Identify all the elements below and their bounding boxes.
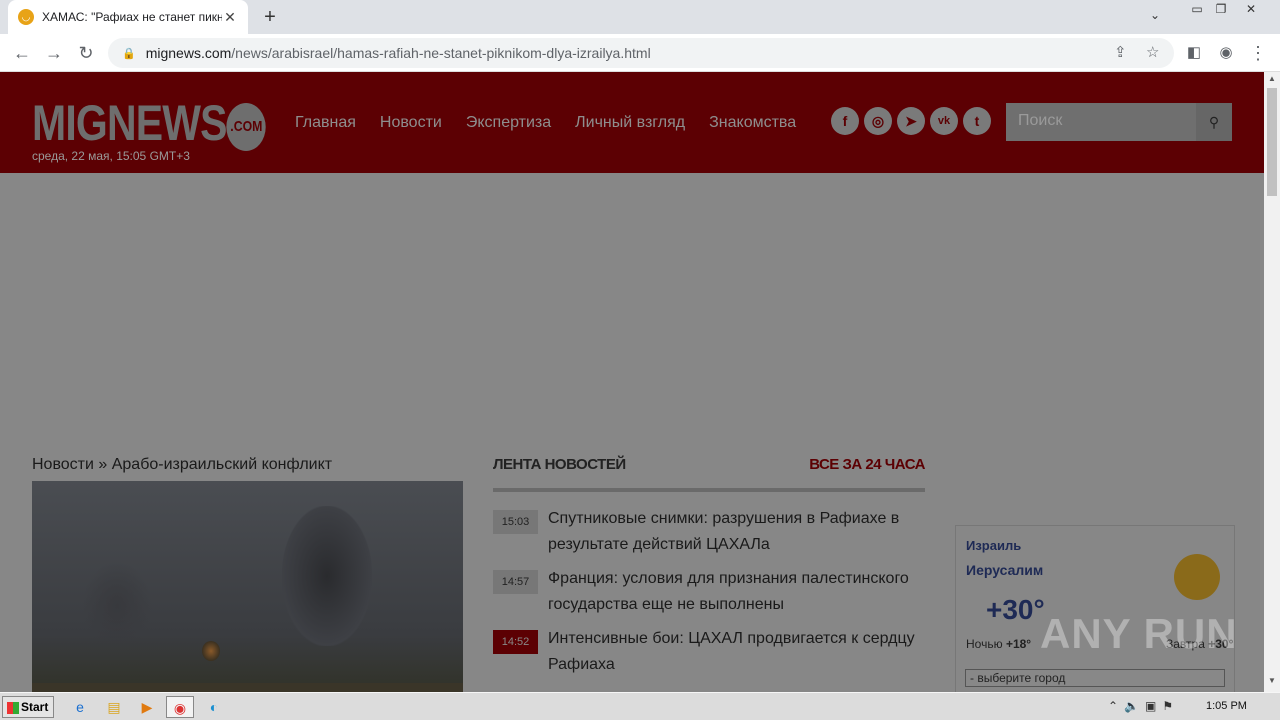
web-page: MIGNEWS .COM среда, 22 мая, 15:05 GMT+3 Г…: [0, 72, 1264, 692]
skyline: [32, 683, 463, 692]
feed-item-time: 14:57: [493, 570, 538, 594]
nav-item-home[interactable]: Главная: [295, 114, 356, 132]
vk-icon[interactable]: vk: [930, 107, 958, 135]
edge-icon[interactable]: ◐: [200, 696, 228, 718]
page-scrollbar[interactable]: ▲ ▼: [1264, 72, 1280, 692]
browser-toolbar: ← → ↻ 🔒 mignews.com/news/arabisrael/hama…: [0, 34, 1280, 72]
window-close-button[interactable]: ✕: [1236, 0, 1266, 20]
weather-country: Израиль: [966, 538, 1022, 553]
scroll-up-icon[interactable]: ▲: [1264, 74, 1280, 88]
nav-item-dating[interactable]: Знакомства: [709, 114, 796, 132]
address-bar[interactable]: 🔒 mignews.com/news/arabisrael/hamas-rafi…: [108, 38, 1174, 68]
side-panel-icon[interactable]: ◧: [1182, 41, 1206, 65]
tab-strip: ◡ ХАМАС: "Рафиах не станет пикни ✕ + ⌄ ▭…: [0, 0, 1280, 34]
feed-item-headline[interactable]: Франция: условия для признания палестинс…: [548, 566, 925, 618]
header-date: среда, 22 мая, 15:05 GMT+3: [32, 149, 190, 163]
feed-item-time: 15:03: [493, 510, 538, 534]
anyrun-watermark: ANY RUN: [1040, 610, 1238, 657]
taskbar: Start e ▤ ▶ ◉ ◐ ⌃🔈▣⚑ 1:05 PM: [0, 692, 1280, 720]
system-tray[interactable]: ⌃🔈▣⚑: [1108, 699, 1179, 713]
scrollbar-thumb[interactable]: [1267, 88, 1277, 196]
nav-item-news[interactable]: Новости: [380, 114, 442, 132]
close-tab-icon[interactable]: ✕: [222, 9, 238, 26]
url-domain: mignews.com: [145, 45, 232, 61]
share-icon[interactable]: ⇪: [1114, 43, 1127, 61]
restore-button[interactable]: ❐: [1206, 0, 1236, 20]
reload-icon[interactable]: ↻: [74, 41, 98, 65]
lock-icon: 🔒: [122, 47, 136, 60]
twitter-icon[interactable]: t: [963, 107, 991, 135]
windows-logo-icon: [7, 701, 19, 714]
search-input[interactable]: Поиск: [1006, 103, 1196, 141]
new-tab-button[interactable]: +: [258, 5, 282, 29]
weather-temp: +30°: [986, 594, 1045, 625]
scroll-down-icon[interactable]: ▼: [1264, 676, 1280, 690]
file-explorer-icon[interactable]: ▤: [100, 696, 128, 718]
forward-arrow-icon[interactable]: →: [42, 41, 66, 65]
url-path: /news/arabisrael/hamas-rafiah-ne-stanet-…: [231, 45, 651, 61]
mignews-favicon-icon: ◡: [18, 9, 34, 25]
start-button[interactable]: Start: [2, 696, 54, 718]
main-nav: Главная Новости Экспертиза Личный взгляд…: [295, 114, 796, 132]
nav-item-opinion[interactable]: Личный взгляд: [575, 114, 685, 132]
site-logo[interactable]: MIGNEWS .COM: [32, 94, 267, 152]
weather-city: Иерусалим: [966, 562, 1044, 578]
chrome-icon[interactable]: ◉: [166, 696, 194, 718]
site-header: MIGNEWS .COM среда, 22 мая, 15:05 GMT+3 Г…: [0, 72, 1264, 173]
feed-item-headline[interactable]: Спутниковые снимки: разрушения в Рафиахе…: [548, 506, 925, 558]
smoke-column: [282, 506, 372, 646]
search-button[interactable]: ⚲: [1196, 103, 1232, 141]
feed-title: ЛЕНТА НОВОСТЕЙ: [493, 456, 626, 473]
facebook-icon[interactable]: f: [831, 107, 859, 135]
internet-explorer-icon[interactable]: e: [66, 696, 94, 718]
weather-night: Ночью +18°: [966, 637, 1032, 651]
bookmark-star-icon[interactable]: ☆: [1146, 43, 1159, 61]
menu-kebab-icon[interactable]: ⋮: [1246, 41, 1270, 65]
feed-all-link[interactable]: ВСЕ ЗА 24 ЧАСА: [809, 456, 925, 473]
profile-avatar-icon[interactable]: ◉: [1214, 41, 1238, 65]
smoke-plume: [82, 561, 152, 651]
sun-icon: [1174, 554, 1220, 600]
tab-title: ХАМАС: "Рафиах не станет пикни: [42, 10, 222, 24]
browser-tab[interactable]: ◡ ХАМАС: "Рафиах не станет пикни ✕: [8, 0, 248, 34]
explosion: [202, 641, 220, 661]
back-arrow-icon[interactable]: ←: [10, 41, 34, 65]
clock[interactable]: 1:05 PM: [1206, 700, 1247, 712]
media-player-icon[interactable]: ▶: [133, 696, 161, 718]
article-image: [32, 481, 463, 692]
feed-item-headline[interactable]: Интенсивные бои: ЦАХАЛ продвигается к се…: [548, 626, 925, 678]
breadcrumb[interactable]: Новости » Арабо-израильский конфликт: [32, 456, 332, 474]
city-select[interactable]: - выберите город: [965, 669, 1225, 687]
news-feed-header: ЛЕНТА НОВОСТЕЙ ВСЕ ЗА 24 ЧАСА: [493, 456, 925, 492]
telegram-icon[interactable]: ➤: [897, 107, 925, 135]
search-icon: ⚲: [1208, 114, 1220, 130]
nav-item-expertise[interactable]: Экспертиза: [466, 114, 551, 132]
tab-search-chevron-icon[interactable]: ⌄: [1150, 8, 1160, 22]
instagram-icon[interactable]: ◎: [864, 107, 892, 135]
feed-item-time: 14:52: [493, 630, 538, 654]
weather-widget: Израиль Иерусалим +30° Ночью +18° Завтра…: [955, 525, 1235, 692]
